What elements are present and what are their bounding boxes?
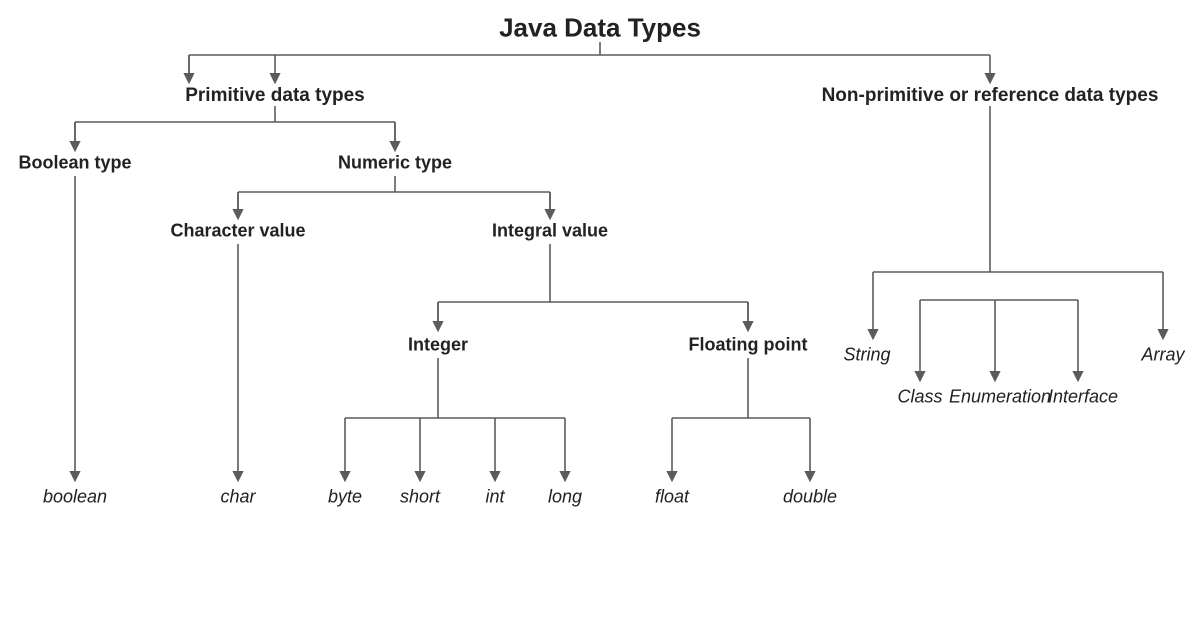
numeric-type-label: Numeric type [338, 153, 452, 174]
nonprimitive-label: Non-primitive or reference data types [822, 85, 1159, 107]
leaf-boolean: boolean [43, 487, 107, 508]
leaf-interface: Interface [1048, 387, 1118, 408]
leaf-class: Class [897, 387, 942, 408]
leaf-short: short [400, 487, 440, 508]
floating-point-label: Floating point [689, 335, 808, 356]
leaf-float: float [655, 487, 689, 508]
leaf-byte: byte [328, 487, 362, 508]
primitive-label: Primitive data types [185, 85, 365, 107]
leaf-long: long [548, 487, 582, 508]
leaf-array: Array [1141, 345, 1184, 366]
integer-label: Integer [408, 335, 468, 356]
leaf-enumeration: Enumeration [949, 387, 1051, 408]
boolean-type-label: Boolean type [18, 153, 131, 174]
character-value-label: Character value [170, 221, 305, 242]
diagram-title: Java Data Types [499, 13, 701, 44]
leaf-int: int [485, 487, 504, 508]
leaf-double: double [783, 487, 837, 508]
leaf-char: char [220, 487, 255, 508]
leaf-string: String [843, 345, 890, 366]
integral-value-label: Integral value [492, 221, 608, 242]
